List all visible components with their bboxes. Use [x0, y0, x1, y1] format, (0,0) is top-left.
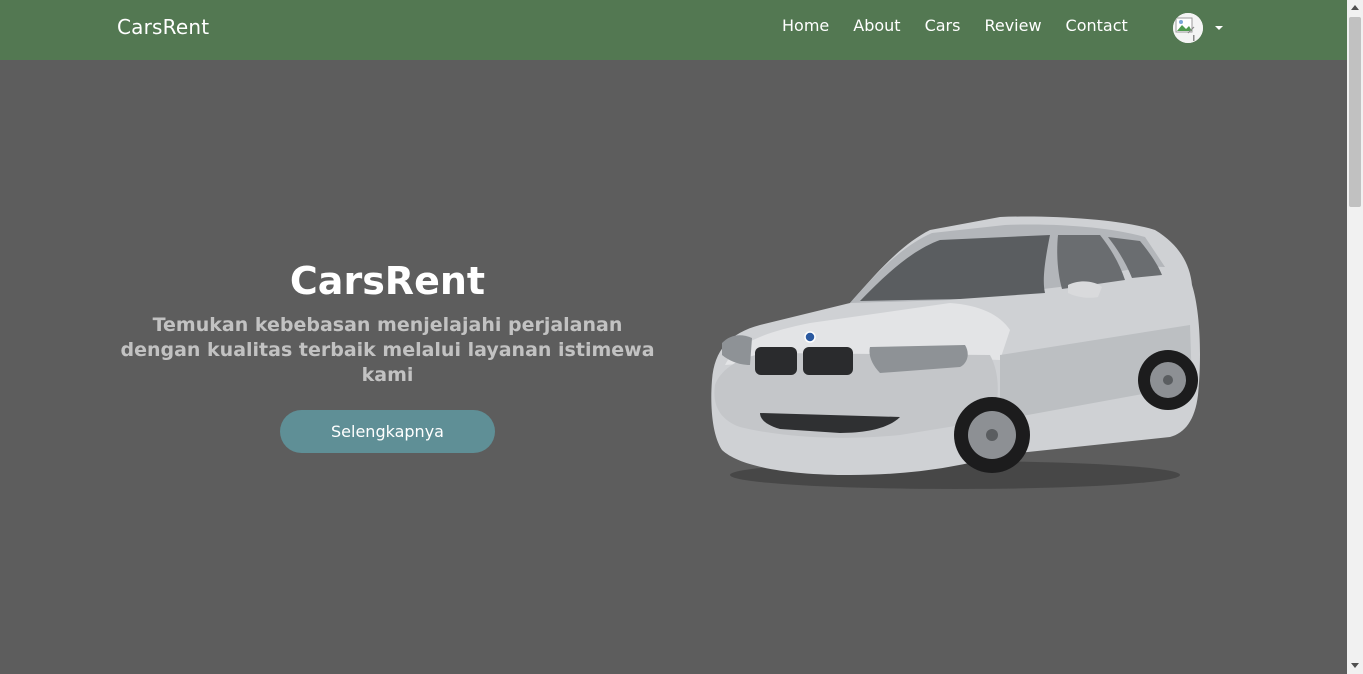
nav-link-contact[interactable]: Contact — [1054, 14, 1140, 38]
nav-link-cars[interactable]: Cars — [913, 14, 973, 38]
scroll-thumb[interactable] — [1349, 17, 1361, 207]
page: CarsRent Home About Cars Review Contact — [0, 0, 1363, 674]
profile-dropdown-toggle[interactable] — [1173, 13, 1223, 43]
nav-link-review[interactable]: Review — [972, 14, 1053, 38]
vertical-scrollbar[interactable] — [1347, 0, 1363, 674]
brand-logo-link[interactable]: CarsRent — [117, 15, 209, 39]
nav-links: Home About Cars Review Contact — [770, 14, 1140, 38]
scroll-up-icon[interactable] — [1351, 5, 1359, 10]
navbar: CarsRent Home About Cars Review Contact — [0, 0, 1347, 60]
hero-title: CarsRent — [289, 259, 486, 303]
hero-subtitle: Temukan kebebasan menjelajahi perjalanan… — [120, 314, 655, 386]
learn-more-button[interactable]: Selengkapnya — [280, 410, 495, 453]
chevron-down-icon — [1215, 26, 1223, 30]
car-image — [711, 216, 1200, 489]
avatar-image-icon — [1173, 13, 1203, 43]
nav-link-home[interactable]: Home — [770, 14, 841, 38]
nav-link-about[interactable]: About — [841, 14, 912, 38]
scroll-down-icon[interactable] — [1351, 663, 1359, 668]
hero-section: CarsRent Temukan kebebasan menjelajahi p… — [110, 255, 665, 388]
